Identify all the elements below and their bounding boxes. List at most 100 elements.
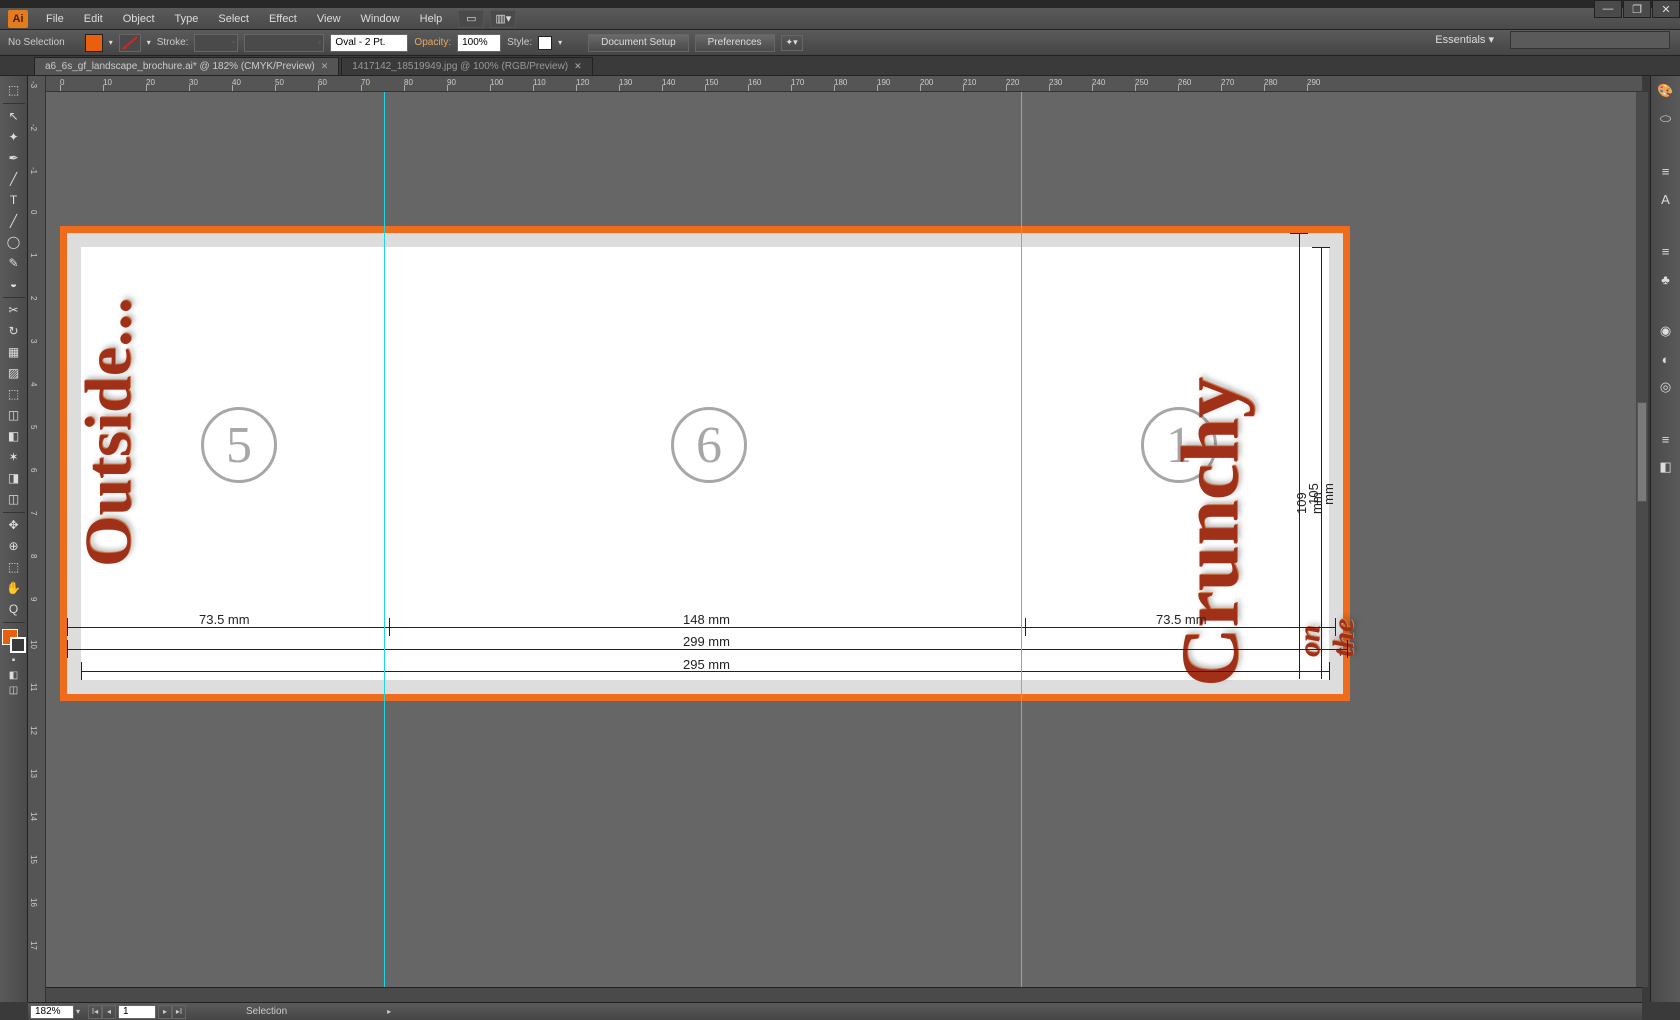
- close-tab-icon[interactable]: ✕: [321, 61, 329, 72]
- maximize-button[interactable]: ❐: [1623, 0, 1651, 18]
- arrange-icon[interactable]: ▥▾: [490, 10, 516, 28]
- zoom-field[interactable]: 182%: [30, 1005, 74, 1019]
- tool-19[interactable]: ◫: [2, 489, 26, 509]
- tab-active[interactable]: a6_6s_gf_landscape_brochure.ai* @ 182% (…: [34, 57, 339, 75]
- tool-panel: ⬚↖✦✒╱T╱◯✎◒✂↻▦▨⬚◫◧✶◨◫✥⊕⬚✋Q▪◧◫: [0, 76, 28, 1002]
- tab-inactive[interactable]: 1417142_18519949.jpg @ 100% (RGB/Preview…: [341, 57, 592, 75]
- app-logo: Ai: [8, 10, 28, 28]
- stroke-swatch[interactable]: [119, 34, 141, 52]
- stroke-weight[interactable]: ▾: [194, 34, 238, 52]
- artboard-prev[interactable]: ◂: [102, 1005, 116, 1019]
- panel-icon-7[interactable]: ♣: [1655, 268, 1677, 290]
- panel-icon-0[interactable]: 🎨: [1655, 80, 1677, 102]
- art-text-outside: Outside...: [71, 297, 147, 567]
- search-input[interactable]: [1510, 31, 1670, 49]
- workspace-switcher[interactable]: Essentials ▾: [1427, 30, 1502, 49]
- tool-7[interactable]: ◯: [2, 232, 26, 252]
- art-text-onthe: on the: [1293, 619, 1361, 657]
- artboard[interactable]: 5 6 1 Outside... Crunchy on the 73.5 mm …: [81, 247, 1329, 680]
- color-mode-0[interactable]: ▪: [2, 653, 26, 667]
- tool-10[interactable]: ✂: [2, 300, 26, 320]
- tool-14[interactable]: ⬚: [2, 384, 26, 404]
- right-panel-dock: 🎨 ⬭ ≡ A ≡ ♣ ◉ ◐ ◎ ≡ ◧: [1650, 76, 1680, 1002]
- panel-icon-9[interactable]: ◉: [1655, 320, 1677, 342]
- artboard-field[interactable]: 1: [118, 1005, 156, 1019]
- close-tab-icon[interactable]: ✕: [574, 61, 582, 72]
- stroke-label: Stroke:: [157, 37, 189, 48]
- artboard-next[interactable]: ▸: [158, 1005, 172, 1019]
- tool-5[interactable]: T: [2, 190, 26, 210]
- menu-select[interactable]: Select: [208, 10, 259, 28]
- artboard-last[interactable]: ▸I: [172, 1005, 186, 1019]
- align-icon[interactable]: ✦▾: [781, 35, 803, 51]
- menu-object[interactable]: Object: [113, 10, 165, 28]
- vertical-ruler[interactable]: -3-2-101234567891011121314151617: [28, 76, 46, 1002]
- tool-21[interactable]: ⊕: [2, 536, 26, 556]
- menu-type[interactable]: Type: [165, 10, 209, 28]
- tool-6[interactable]: ╱: [2, 211, 26, 231]
- panel-icon-1[interactable]: ⬭: [1655, 108, 1677, 130]
- art-text-crunchy: Crunchy: [1163, 377, 1257, 687]
- dim-73b: 73.5 mm: [1156, 612, 1207, 627]
- menu-window[interactable]: Window: [351, 10, 410, 28]
- selection-label: No Selection: [8, 37, 65, 48]
- status-bar: 182%▾ I◂ ◂ 1 ▸ ▸I Selection ▸: [28, 1002, 1642, 1020]
- minimize-button[interactable]: —: [1594, 0, 1622, 18]
- tool-20[interactable]: ✥: [2, 515, 26, 535]
- style-swatch[interactable]: [538, 36, 552, 50]
- artboard-first[interactable]: I◂: [88, 1005, 102, 1019]
- stroke-varwidth[interactable]: ▾: [244, 34, 324, 52]
- panel-icon-11[interactable]: ◎: [1655, 376, 1677, 398]
- color-mode-1[interactable]: ◧: [2, 668, 26, 682]
- panel-icon-4[interactable]: A: [1655, 188, 1677, 210]
- brush-profile[interactable]: Oval - 2 Pt.: [330, 34, 408, 52]
- tool-23[interactable]: ✋: [2, 578, 26, 598]
- tool-22[interactable]: ⬚: [2, 557, 26, 577]
- menu-effect[interactable]: Effect: [259, 10, 307, 28]
- menu-file[interactable]: File: [36, 10, 74, 28]
- panel-icon-10[interactable]: ◐: [1655, 348, 1677, 370]
- tool-4[interactable]: ╱: [2, 169, 26, 189]
- tool-17[interactable]: ✶: [2, 447, 26, 467]
- tool-15[interactable]: ◫: [2, 405, 26, 425]
- current-tool-label: Selection: [246, 1006, 287, 1017]
- panel-icon-6[interactable]: ≡: [1655, 240, 1677, 262]
- document-tabs: a6_6s_gf_landscape_brochure.ai* @ 182% (…: [0, 56, 1680, 76]
- tool-16[interactable]: ◧: [2, 426, 26, 446]
- horizontal-scrollbar[interactable]: [46, 987, 1642, 1002]
- tool-12[interactable]: ▦: [2, 342, 26, 362]
- tool-13[interactable]: ▨: [2, 363, 26, 383]
- fill-stroke-control[interactable]: [2, 629, 26, 653]
- tool-2[interactable]: ✦: [2, 127, 26, 147]
- menu-view[interactable]: View: [307, 10, 351, 28]
- tool-9[interactable]: ◒: [2, 274, 26, 294]
- tool-1[interactable]: ↖: [2, 106, 26, 126]
- guide-vertical-1[interactable]: [384, 92, 385, 987]
- layout-icon[interactable]: ▭: [458, 10, 484, 28]
- tool-8[interactable]: ✎: [2, 253, 26, 273]
- color-mode-2[interactable]: ◫: [2, 683, 26, 697]
- panel-icon-14[interactable]: ◧: [1655, 456, 1677, 478]
- panel-icon-13[interactable]: ≡: [1655, 428, 1677, 450]
- panel-icon-3[interactable]: ≡: [1655, 160, 1677, 182]
- tool-3[interactable]: ✒: [2, 148, 26, 168]
- tool-11[interactable]: ↻: [2, 321, 26, 341]
- tool-0[interactable]: ⬚: [2, 80, 26, 100]
- panel-number-5: 5: [201, 407, 277, 483]
- opacity-input[interactable]: 100%: [457, 34, 501, 52]
- tool-24[interactable]: Q: [2, 599, 26, 619]
- horizontal-ruler[interactable]: 0102030405060708090100110120130140150160…: [46, 76, 1642, 92]
- fill-swatch[interactable]: [85, 34, 103, 52]
- menu-bar: Ai File Edit Object Type Select Effect V…: [0, 8, 1680, 30]
- document-setup-button[interactable]: Document Setup: [588, 34, 689, 52]
- canvas-area[interactable]: 5 6 1 Outside... Crunchy on the 73.5 mm …: [46, 92, 1642, 987]
- menu-help[interactable]: Help: [410, 10, 453, 28]
- close-button[interactable]: ✕: [1652, 0, 1680, 18]
- menu-edit[interactable]: Edit: [74, 10, 113, 28]
- dim-295: 295 mm: [683, 657, 730, 672]
- guide-vertical-2[interactable]: [1021, 92, 1022, 987]
- preferences-button[interactable]: Preferences: [695, 34, 775, 52]
- dim-299: 299 mm: [683, 634, 730, 649]
- vertical-scrollbar[interactable]: [1636, 92, 1648, 987]
- tool-18[interactable]: ◨: [2, 468, 26, 488]
